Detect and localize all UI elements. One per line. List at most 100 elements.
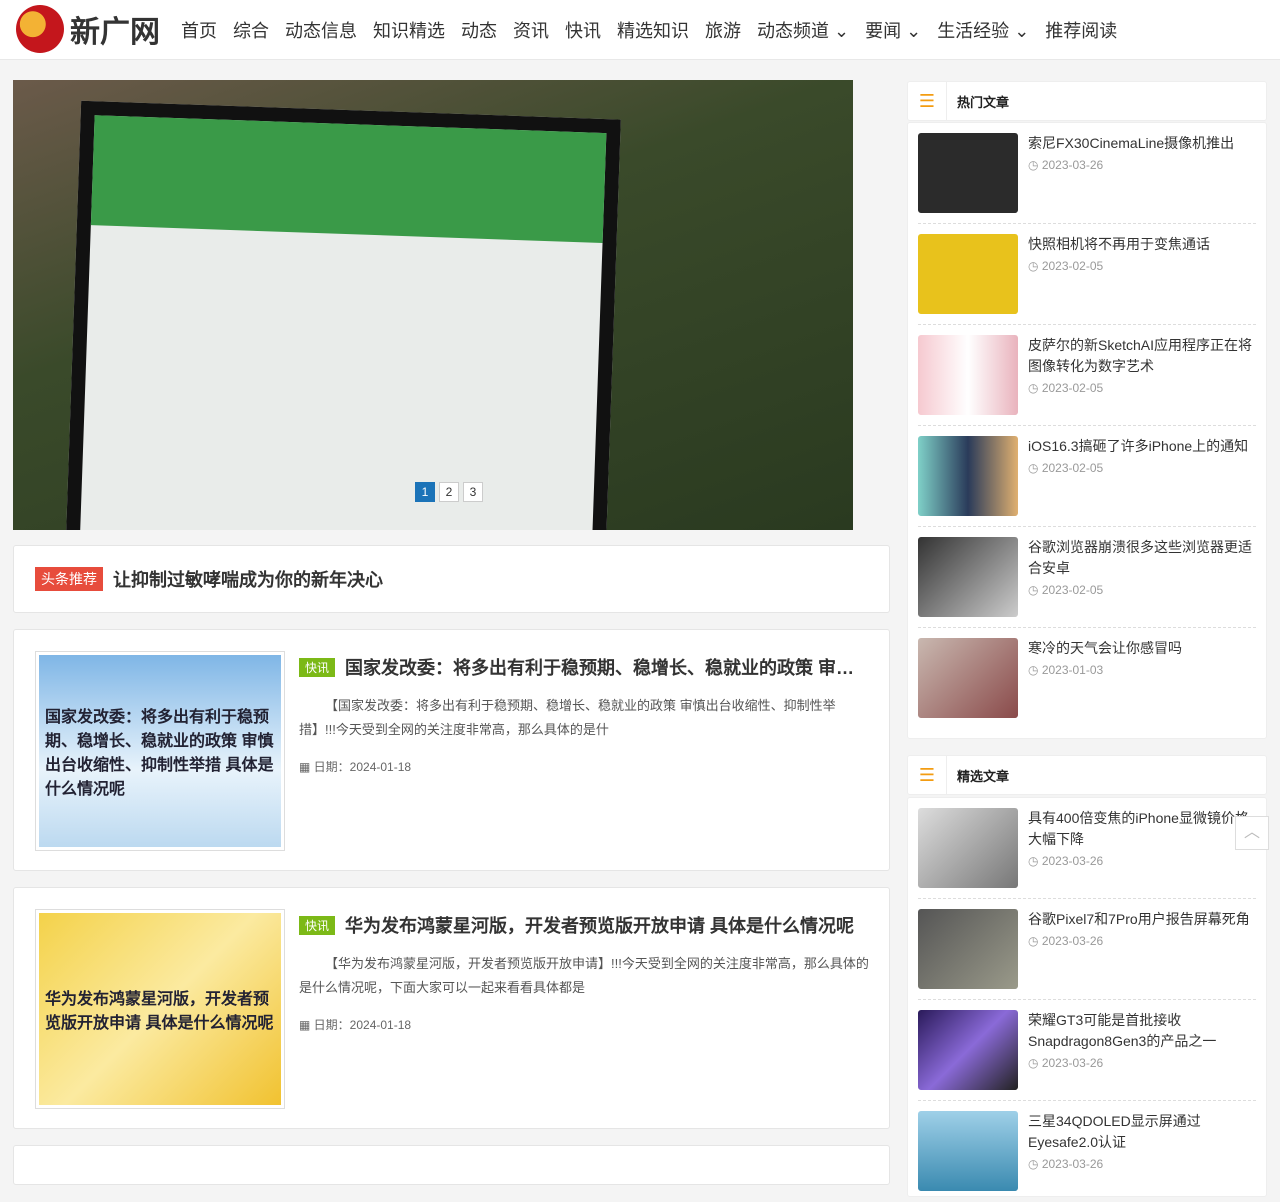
article-thumbnail	[918, 909, 1018, 989]
list-icon: ☰	[908, 82, 947, 120]
featured-articles-header: ☰ 精选文章	[907, 755, 1267, 795]
item-title[interactable]: 索尼FX30CinemaLine摄像机推出	[1028, 133, 1256, 154]
article-excerpt: 【华为发布鸿蒙星河版，开发者预览版开放申请】!!!今天受到全网的关注度非常高，那…	[299, 956, 869, 995]
article-thumbnail	[918, 234, 1018, 314]
clock-icon: ◷	[1028, 934, 1042, 948]
nav-item[interactable]: 知识精选	[373, 17, 445, 43]
list-item[interactable]: 三星34QDOLED显示屏通过Eyesafe2.0认证 ◷ 2023-03-26	[918, 1101, 1256, 1202]
headline-link[interactable]: 让抑制过敏哮喘成为你的新年决心	[113, 566, 383, 592]
nav-item[interactable]: 旅游	[705, 17, 741, 43]
article-thumbnail	[918, 335, 1018, 415]
clock-icon: ◷	[1028, 461, 1042, 475]
category-tag[interactable]: 快讯	[299, 915, 336, 935]
item-title[interactable]: 谷歌Pixel7和7Pro用户报告屏幕死角	[1028, 909, 1256, 930]
list-item[interactable]: 快照相机将不再用于变焦通话 ◷ 2023-02-05	[918, 224, 1256, 325]
item-date: 2023-03-26	[1041, 934, 1104, 948]
category-tag[interactable]: 快讯	[299, 657, 336, 677]
article-thumbnail	[918, 808, 1018, 888]
article-thumbnail	[918, 537, 1018, 617]
nav-item[interactable]: 首页	[181, 17, 217, 43]
thumbnail-text: 国家发改委：将多出有利于稳预期、稳增长、稳就业的政策 审慎出台收缩性、抑制性举措…	[39, 655, 281, 847]
nav-item[interactable]: 生活经验 ⌄	[937, 17, 1029, 43]
headline-tag: 头条推荐	[35, 567, 103, 591]
list-item[interactable]: 具有400倍变焦的iPhone显微镜价格大幅下降 ◷ 2023-03-26	[918, 798, 1256, 899]
list-item[interactable]: 谷歌浏览器崩溃很多这些浏览器更适合安卓 ◷ 2023-02-05	[918, 527, 1256, 628]
item-title[interactable]: 荣耀GT3可能是首批接收Snapdragon8Gen3的产品之一	[1028, 1010, 1256, 1052]
item-date: 2023-01-03	[1041, 663, 1104, 677]
carousel-page[interactable]: 1	[415, 482, 435, 502]
article-card: 国家发改委：将多出有利于稳预期、稳增长、稳就业的政策 审慎出台收缩性、抑制性举措…	[13, 629, 890, 871]
carousel-page[interactable]: 2	[439, 482, 459, 502]
clock-icon: ◷	[1028, 663, 1042, 677]
item-title[interactable]: 谷歌浏览器崩溃很多这些浏览器更适合安卓	[1028, 537, 1256, 579]
item-title[interactable]: 快照相机将不再用于变焦通话	[1028, 234, 1256, 255]
item-date: 2023-03-26	[1041, 1157, 1104, 1171]
calendar-icon: ▦	[299, 760, 314, 774]
article-date: 日期：2024-01-18	[313, 760, 412, 774]
clock-icon: ◷	[1028, 259, 1042, 273]
carousel-pagination: 1 2 3	[415, 482, 483, 502]
item-date: 2023-03-26	[1041, 158, 1104, 172]
thumbnail-text: 华为发布鸿蒙星河版，开发者预览版开放申请 具体是什么情况呢	[39, 913, 281, 1105]
clock-icon: ◷	[1028, 854, 1042, 868]
item-title[interactable]: 具有400倍变焦的iPhone显微镜价格大幅下降	[1028, 808, 1256, 850]
clock-icon: ◷	[1028, 381, 1042, 395]
headline-box: 头条推荐 让抑制过敏哮喘成为你的新年决心	[13, 545, 890, 613]
article-thumbnail[interactable]: 国家发改委：将多出有利于稳预期、稳增长、稳就业的政策 审慎出台收缩性、抑制性举措…	[35, 651, 285, 851]
item-date: 2023-02-05	[1041, 381, 1104, 395]
nav-item[interactable]: 综合	[233, 17, 269, 43]
item-title[interactable]: 寒冷的天气会让你感冒吗	[1028, 638, 1256, 659]
item-title[interactable]: 皮萨尔的新SketchAI应用程序正在将图像转化为数字艺术	[1028, 335, 1256, 377]
article-thumbnail[interactable]: 华为发布鸿蒙星河版，开发者预览版开放申请 具体是什么情况呢	[35, 909, 285, 1109]
hot-articles-list: 索尼FX30CinemaLine摄像机推出 ◷ 2023-03-26 快照相机将不…	[907, 122, 1267, 739]
list-item[interactable]: 谷歌Pixel7和7Pro用户报告屏幕死角 ◷ 2023-03-26	[918, 899, 1256, 1000]
article-title[interactable]: 华为发布鸿蒙星河版，开发者预览版开放申请 具体是什么情况呢	[345, 912, 854, 938]
nav-item[interactable]: 资讯	[513, 17, 549, 43]
item-date: 2023-02-05	[1041, 583, 1104, 597]
list-item[interactable]: 索尼FX30CinemaLine摄像机推出 ◷ 2023-03-26	[918, 123, 1256, 224]
nav-item[interactable]: 动态信息	[285, 17, 357, 43]
article-title[interactable]: 国家发改委：将多出有利于稳预期、稳增长、稳就业的政策 审慎出台收缩性、抑制性举措…	[345, 654, 869, 680]
clock-icon: ◷	[1028, 1157, 1042, 1171]
article-thumbnail	[918, 1010, 1018, 1090]
back-to-top-button[interactable]: ︿	[1235, 816, 1269, 850]
item-title[interactable]: iOS16.3搞砸了许多iPhone上的通知	[1028, 436, 1256, 457]
main-nav: 首页 综合 动态信息 知识精选 动态 资讯 快讯 精选知识 旅游 动态频道 ⌄ …	[173, 17, 1125, 43]
chevron-up-icon: ︿	[1243, 824, 1260, 841]
item-title[interactable]: 三星34QDOLED显示屏通过Eyesafe2.0认证	[1028, 1111, 1256, 1153]
list-icon: ☰	[908, 756, 947, 794]
nav-item[interactable]: 推荐阅读	[1045, 17, 1117, 43]
article-card	[13, 1145, 890, 1185]
article-thumbnail	[918, 638, 1018, 718]
article-date: 日期：2024-01-18	[313, 1018, 412, 1032]
clock-icon: ◷	[1028, 1056, 1042, 1070]
hero-carousel[interactable]: 1 2 3	[13, 80, 853, 530]
list-item[interactable]: 皮萨尔的新SketchAI应用程序正在将图像转化为数字艺术 ◷ 2023-02-0…	[918, 325, 1256, 426]
carousel-image	[65, 100, 621, 530]
list-item[interactable]: iOS16.3搞砸了许多iPhone上的通知 ◷ 2023-02-05	[918, 426, 1256, 527]
article-excerpt: 【国家发改委：将多出有利于稳预期、稳增长、稳就业的政策 审慎出台收缩性、抑制性举…	[299, 698, 836, 737]
article-thumbnail	[918, 1111, 1018, 1191]
article-thumbnail	[918, 436, 1018, 516]
article-thumbnail	[918, 133, 1018, 213]
nav-item[interactable]: 要闻 ⌄	[865, 17, 921, 43]
item-date: 2023-02-05	[1041, 259, 1104, 273]
carousel-page[interactable]: 3	[463, 482, 483, 502]
site-logo[interactable]: 新广网	[16, 5, 160, 53]
list-item[interactable]: 荣耀GT3可能是首批接收Snapdragon8Gen3的产品之一 ◷ 2023-0…	[918, 1000, 1256, 1101]
item-date: 2023-03-26	[1041, 1056, 1104, 1070]
nav-item[interactable]: 动态	[461, 17, 497, 43]
nav-item[interactable]: 动态频道 ⌄	[757, 17, 849, 43]
section-title: 热门文章	[957, 94, 1010, 110]
clock-icon: ◷	[1028, 158, 1042, 172]
item-date: 2023-02-05	[1041, 461, 1104, 475]
clock-icon: ◷	[1028, 583, 1042, 597]
hot-articles-header: ☰ 热门文章	[907, 81, 1267, 121]
list-item[interactable]: 寒冷的天气会让你感冒吗 ◷ 2023-01-03	[918, 628, 1256, 729]
nav-item[interactable]: 快讯	[565, 17, 601, 43]
calendar-icon: ▦	[299, 1018, 314, 1032]
logo-text: 新广网	[70, 15, 160, 50]
featured-articles-list: 具有400倍变焦的iPhone显微镜价格大幅下降 ◷ 2023-03-26 谷歌P…	[907, 797, 1267, 1197]
logo-icon	[16, 5, 64, 53]
nav-item[interactable]: 精选知识	[617, 17, 689, 43]
